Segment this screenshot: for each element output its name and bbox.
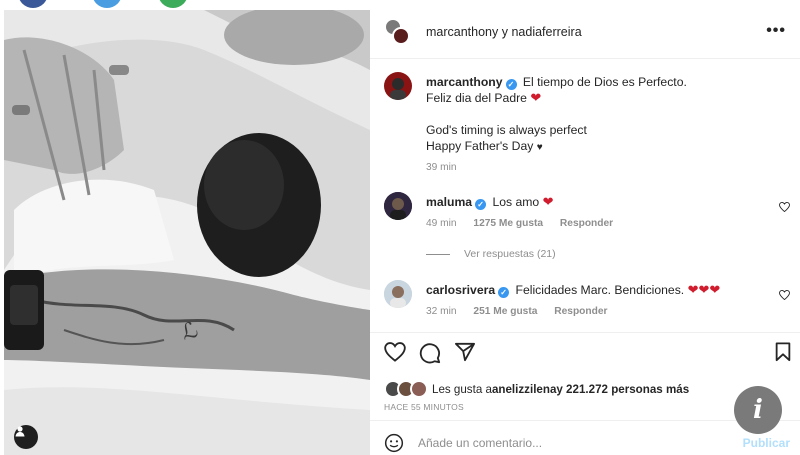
avatar [392, 27, 410, 45]
caption-username[interactable]: marcanthony [426, 75, 503, 89]
verified-icon: ✓ [498, 287, 510, 298]
author-link[interactable]: marcanthony [426, 25, 498, 39]
red-heart-icon: ❤ [542, 194, 554, 209]
photo-illustration: ℒ [4, 10, 370, 455]
caption-time[interactable]: 39 min [426, 162, 457, 173]
liker-avatars [384, 380, 430, 398]
cropped-icon-3 [158, 0, 188, 8]
comment-item: carlosrivera ✓ Felicidades Marc. Bendicio… [384, 280, 794, 330]
heart-outline-icon[interactable] [384, 342, 406, 367]
verified-icon: ✓ [475, 199, 487, 210]
caption-line-1: El tiempo de Dios es Perfecto. [522, 75, 687, 89]
post-actions [384, 342, 794, 368]
share-icon[interactable] [454, 342, 476, 367]
replies-line [426, 253, 450, 255]
joiner-text: y [498, 25, 512, 39]
reply-button[interactable]: Responder [554, 306, 607, 317]
red-heart-icon: ❤ [687, 282, 699, 297]
red-heart-icon: ❤ [698, 282, 710, 297]
caption-line-4: Happy Father's Day [426, 139, 534, 153]
like-comment-heart-icon[interactable] [779, 201, 790, 215]
divider [370, 332, 800, 333]
comment-text: Felicidades Marc. Bendiciones. [515, 283, 685, 297]
liker-username[interactable]: anelizzilena [492, 383, 556, 396]
tagged-user-icon[interactable] [14, 425, 38, 449]
comment-text: Los amo [492, 195, 540, 209]
view-replies-label: Ver respuestas (21) [464, 248, 556, 260]
red-heart-icon: ❤ [530, 90, 542, 105]
caption-line-2: Feliz dia del Padre [426, 91, 527, 105]
small-heart-icon: ♥ [536, 142, 543, 153]
add-comment-bar: Añade un comentario... Publicar [370, 428, 800, 455]
info-icon[interactable]: i [734, 386, 782, 434]
more-options-button[interactable]: ••• [766, 22, 786, 40]
cropped-icon-1 [18, 0, 48, 8]
comment-input[interactable]: Añade un comentario... [418, 436, 542, 450]
divider [370, 58, 800, 59]
avatar[interactable] [384, 72, 412, 100]
comment-time[interactable]: 49 min [426, 218, 457, 229]
comment-likes[interactable]: 251 Me gusta [473, 306, 537, 317]
comment-icon[interactable] [419, 342, 441, 369]
likes-prefix: Les gusta a [432, 382, 492, 396]
likes-suffix: y 221.272 personas más [556, 382, 690, 396]
author-link[interactable]: nadiaferreira [511, 25, 581, 39]
top-strip [0, 0, 800, 10]
publish-button[interactable]: Publicar [743, 436, 790, 450]
comment-time[interactable]: 32 min [426, 306, 457, 317]
comment-item: maluma ✓ Los amo ❤ 49 min 1275 Me gusta R… [384, 192, 794, 242]
avatar [410, 380, 428, 398]
red-heart-icon: ❤ [709, 282, 721, 297]
emoji-icon[interactable] [384, 433, 404, 455]
post-authors: marcanthony y nadiaferreira [426, 25, 582, 39]
view-replies-button[interactable]: Ver respuestas (21) [426, 248, 556, 260]
like-comment-heart-icon[interactable] [779, 289, 790, 303]
caption-line-3: God's timing is always perfect [426, 123, 587, 137]
avatar[interactable] [384, 192, 412, 220]
comment-username[interactable]: maluma [426, 195, 472, 209]
likes-summary[interactable]: Les gusta a anelizzilena y 221.272 perso… [384, 380, 689, 398]
caption: marcanthony ✓ El tiempo de Dios es Perfec… [384, 72, 794, 182]
verified-icon: ✓ [505, 79, 517, 90]
comment-likes[interactable]: 1275 Me gusta [473, 218, 543, 229]
reply-button[interactable]: Responder [560, 218, 613, 229]
post-details-panel: marcanthony y nadiaferreira ••• marcanth… [370, 10, 800, 455]
avatar[interactable] [384, 280, 412, 308]
cropped-icon-2 [92, 0, 122, 8]
post-header: marcanthony y nadiaferreira ••• [370, 10, 800, 58]
post-time-ago[interactable]: HACE 55 MINUTOS [384, 402, 464, 412]
collab-avatars[interactable] [384, 18, 414, 48]
bookmark-icon[interactable] [774, 342, 792, 367]
post-photo[interactable]: ℒ [4, 10, 370, 455]
comment-username[interactable]: carlosrivera [426, 283, 495, 297]
